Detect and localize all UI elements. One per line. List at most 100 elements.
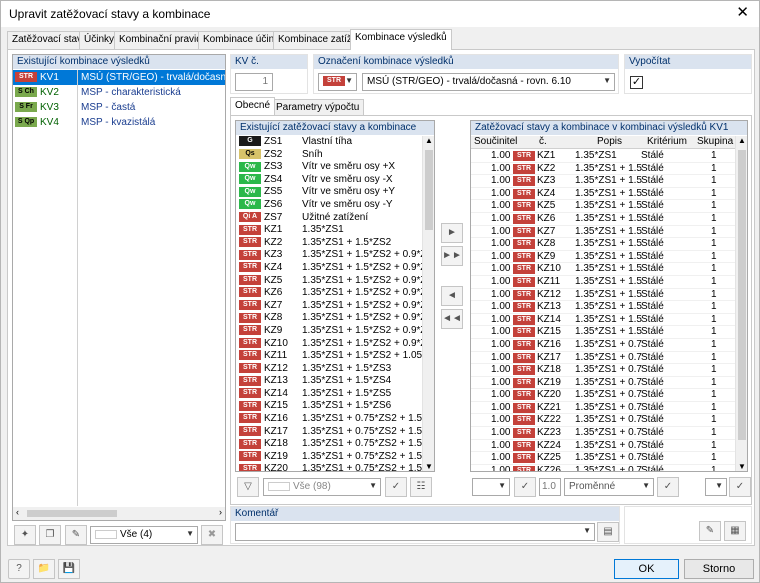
list-item[interactable]: Qs ZS2 Sníh xyxy=(236,149,422,162)
list-item[interactable]: STR KZ15 1.35*ZS1 + 1.5*ZS6 xyxy=(236,400,422,413)
close-icon[interactable]: ✕ xyxy=(736,4,749,22)
list-item[interactable]: Qw ZS3 Vítr ve směru osy +X xyxy=(236,161,422,174)
list-item[interactable]: Qw ZS5 Vítr ve směru osy +Y xyxy=(236,186,422,199)
list-item[interactable]: STR KZ8 1.35*ZS1 + 1.5*ZS2 + 0.9*ZS xyxy=(236,312,422,325)
multi-select-icon[interactable]: ☷ xyxy=(410,477,432,497)
comment-input[interactable]: ▼ xyxy=(235,523,595,541)
table-row[interactable]: 1.00 STR KZ8 1.35*ZS1 + 1.5 Stálé 1 xyxy=(471,238,735,251)
table-row[interactable]: 1.00 STR KZ19 1.35*ZS1 + 0.7 Stálé 1 xyxy=(471,377,735,390)
apply-criterion-icon[interactable]: ✓ xyxy=(657,477,679,497)
calculate-checkbox[interactable]: ✓ xyxy=(630,76,643,89)
subtab-general[interactable]: Obecné xyxy=(230,97,276,115)
result-scrollbar[interactable]: ▲ ▼ xyxy=(735,136,747,471)
filter-icon[interactable]: ▽ xyxy=(237,477,259,497)
table-row[interactable]: 1.00 STR KZ1 1.35*ZS1 Stálé 1 xyxy=(471,150,735,163)
list-item[interactable]: STR KZ19 1.35*ZS1 + 0.75*ZS2 + 1.5*Z xyxy=(236,451,422,464)
list-item[interactable]: Qw ZS6 Vítr ve směru osy -Y xyxy=(236,199,422,212)
horizontal-scrollbar[interactable]: ‹ › xyxy=(13,507,225,520)
factor-select[interactable]: ▼ xyxy=(472,478,510,496)
save-icon[interactable]: 💾 xyxy=(58,559,80,579)
table-row[interactable]: 1.00 STR KZ3 1.35*ZS1 + 1.5 Stálé 1 xyxy=(471,175,735,188)
criterion-select[interactable]: Proměnné ▼ xyxy=(564,478,654,496)
details-icon[interactable]: ▦ xyxy=(724,521,746,541)
col-description[interactable]: Popis xyxy=(597,136,622,147)
scroll-left-icon[interactable]: ‹ xyxy=(16,507,19,517)
edit-icon[interactable]: ✎ xyxy=(699,521,721,541)
category-select[interactable]: STR ▼ xyxy=(318,73,357,91)
table-row[interactable]: 1.00 STR KZ14 1.35*ZS1 + 1.5 Stálé 1 xyxy=(471,314,735,327)
apply-group-icon[interactable]: ✓ xyxy=(729,477,751,497)
delete-icon[interactable]: ✖ xyxy=(201,525,223,545)
table-row[interactable]: 1.00 STR KZ16 1.35*ZS1 + 0.7 Stálé 1 xyxy=(471,339,735,352)
add-selected-icon[interactable]: ► xyxy=(441,223,463,243)
tab-result-combinations[interactable]: Kombinace výsledků xyxy=(350,29,452,50)
list-item[interactable]: S Qp KV4 MSP - kvazistálá xyxy=(13,115,225,130)
table-row[interactable]: 1.00 STR KZ22 1.35*ZS1 + 0.7 Stálé 1 xyxy=(471,414,735,428)
table-row[interactable]: 1.00 STR KZ25 1.35*ZS1 + 0.7 Stálé 1 xyxy=(471,452,735,465)
list-item[interactable]: STR KZ3 1.35*ZS1 + 1.5*ZS2 + 0.9*ZS xyxy=(236,249,422,262)
apply-factor-icon[interactable]: ✓ xyxy=(514,477,536,497)
list-item[interactable]: STR KZ6 1.35*ZS1 + 1.5*ZS2 + 0.9*ZS xyxy=(236,287,422,300)
list-item[interactable]: STR KZ11 1.35*ZS1 + 1.5*ZS2 + 1.05*Z xyxy=(236,350,422,363)
remove-selected-icon[interactable]: ◄ xyxy=(441,286,463,306)
existing-scrollbar[interactable]: ▲ ▼ xyxy=(422,136,434,471)
scroll-down-icon[interactable]: ▼ xyxy=(425,462,433,471)
new-combination-icon[interactable]: ✦ xyxy=(14,525,36,545)
comment-library-icon[interactable]: ▤ xyxy=(597,522,619,542)
select-icon[interactable]: ✓ xyxy=(385,477,407,497)
table-row[interactable]: 1.00 STR KZ26 1.35*ZS1 + 0.7 Stálé 1 xyxy=(471,465,735,471)
list-item[interactable]: Qi A ZS7 Užitné zatížení xyxy=(236,212,422,225)
tab-actions[interactable]: Účinky xyxy=(79,31,120,49)
list-item[interactable]: STR KZ17 1.35*ZS1 + 0.75*ZS2 + 1.5*Z xyxy=(236,426,422,439)
table-row[interactable]: 1.00 STR KZ5 1.35*ZS1 + 1.5 Stálé 1 xyxy=(471,200,735,213)
list-item[interactable]: S Ch KV2 MSP - charakteristická xyxy=(13,85,225,100)
remove-all-icon[interactable]: ◄◄ xyxy=(441,309,463,329)
scroll-thumb[interactable] xyxy=(425,150,433,230)
list-item[interactable]: STR KZ12 1.35*ZS1 + 1.5*ZS3 xyxy=(236,363,422,376)
left-filter-select[interactable]: Vše (4) ▼ xyxy=(90,526,198,544)
existing-filter-select[interactable]: Vše (98) ▼ xyxy=(263,478,381,496)
group-select[interactable]: ▼ xyxy=(705,478,727,496)
table-row[interactable]: 1.00 STR KZ2 1.35*ZS1 + 1.5 Stálé 1 xyxy=(471,163,735,176)
table-row[interactable]: 1.00 STR KZ12 1.35*ZS1 + 1.5 Stálé 1 xyxy=(471,289,735,302)
table-row[interactable]: 1.00 STR KZ10 1.35*ZS1 + 1.5 Stálé 1 xyxy=(471,263,735,276)
list-item[interactable]: STR KZ7 1.35*ZS1 + 1.5*ZS2 + 0.9*ZS xyxy=(236,300,422,313)
list-item[interactable]: S Fr KV3 MSP - častá xyxy=(13,100,225,115)
list-item[interactable]: STR KZ4 1.35*ZS1 + 1.5*ZS2 + 0.9*ZS xyxy=(236,262,422,275)
table-row[interactable]: 1.00 STR KZ23 1.35*ZS1 + 0.7 Stálé 1 xyxy=(471,427,735,440)
open-icon[interactable]: 📁 xyxy=(33,559,55,579)
list-item[interactable]: STR KZ9 1.35*ZS1 + 1.5*ZS2 + 0.9*ZS xyxy=(236,325,422,338)
list-item[interactable]: STR KZ13 1.35*ZS1 + 1.5*ZS4 xyxy=(236,375,422,388)
list-item[interactable]: STR KZ2 1.35*ZS1 + 1.5*ZS2 xyxy=(236,237,422,250)
list-item[interactable]: STR KZ5 1.35*ZS1 + 1.5*ZS2 + 0.9*ZS xyxy=(236,275,422,288)
list-item[interactable]: STR KZ1 1.35*ZS1 xyxy=(236,224,422,237)
scroll-up-icon[interactable]: ▲ xyxy=(425,136,433,145)
add-all-icon[interactable]: ►► xyxy=(441,246,463,266)
table-row[interactable]: 1.00 STR KZ6 1.35*ZS1 + 1.5 Stálé 1 xyxy=(471,213,735,226)
rename-icon[interactable]: ✎ xyxy=(65,525,87,545)
list-item[interactable]: G ZS1 Vlastní tíha xyxy=(236,136,422,149)
table-row[interactable]: 1.00 STR KZ18 1.35*ZS1 + 0.7 Stálé 1 xyxy=(471,364,735,377)
table-row[interactable]: 1.00 STR KZ17 1.35*ZS1 + 0.7 Stálé 1 xyxy=(471,352,735,365)
table-row[interactable]: 1.00 STR KZ24 1.35*ZS1 + 0.7 Stálé 1 xyxy=(471,440,735,453)
list-item[interactable]: Qw ZS4 Vítr ve směru osy -X xyxy=(236,174,422,187)
designation-select[interactable]: MSÚ (STR/GEO) - trvalá/dočasná - rovn. 6… xyxy=(362,73,615,91)
table-row[interactable]: 1.00 STR KZ13 1.35*ZS1 + 1.5 Stálé 1 xyxy=(471,301,735,314)
scroll-down-icon[interactable]: ▼ xyxy=(738,462,746,471)
table-row[interactable]: 1.00 STR KZ20 1.35*ZS1 + 0.7 Stálé 1 xyxy=(471,389,735,402)
kv-number-input[interactable]: 1 xyxy=(235,73,273,91)
list-item[interactable]: STR KZ16 1.35*ZS1 + 0.75*ZS2 + 1.5*Z xyxy=(236,413,422,426)
table-row[interactable]: 1.00 STR KZ21 1.35*ZS1 + 0.7 Stálé 1 xyxy=(471,402,735,415)
col-criterion[interactable]: Kritérium xyxy=(647,136,687,147)
list-item[interactable]: STRKV1 MSÚ (STR/GEO) - trvalá/dočasná - r… xyxy=(13,70,225,85)
scroll-right-icon[interactable]: › xyxy=(219,507,222,517)
table-row[interactable]: 1.00 STR KZ11 1.35*ZS1 + 1.5 Stálé 1 xyxy=(471,276,735,289)
scroll-thumb[interactable] xyxy=(27,510,117,517)
scroll-up-icon[interactable]: ▲ xyxy=(738,136,746,145)
col-group[interactable]: Skupina xyxy=(697,136,733,147)
cancel-button[interactable]: Storno xyxy=(684,559,754,579)
table-row[interactable]: 1.00 STR KZ4 1.35*ZS1 + 1.5 Stálé 1 xyxy=(471,188,735,201)
list-item[interactable]: STR KZ14 1.35*ZS1 + 1.5*ZS5 xyxy=(236,388,422,401)
table-row[interactable]: 1.00 STR KZ9 1.35*ZS1 + 1.5 Stálé 1 xyxy=(471,251,735,264)
ok-button[interactable]: OK xyxy=(614,559,679,579)
